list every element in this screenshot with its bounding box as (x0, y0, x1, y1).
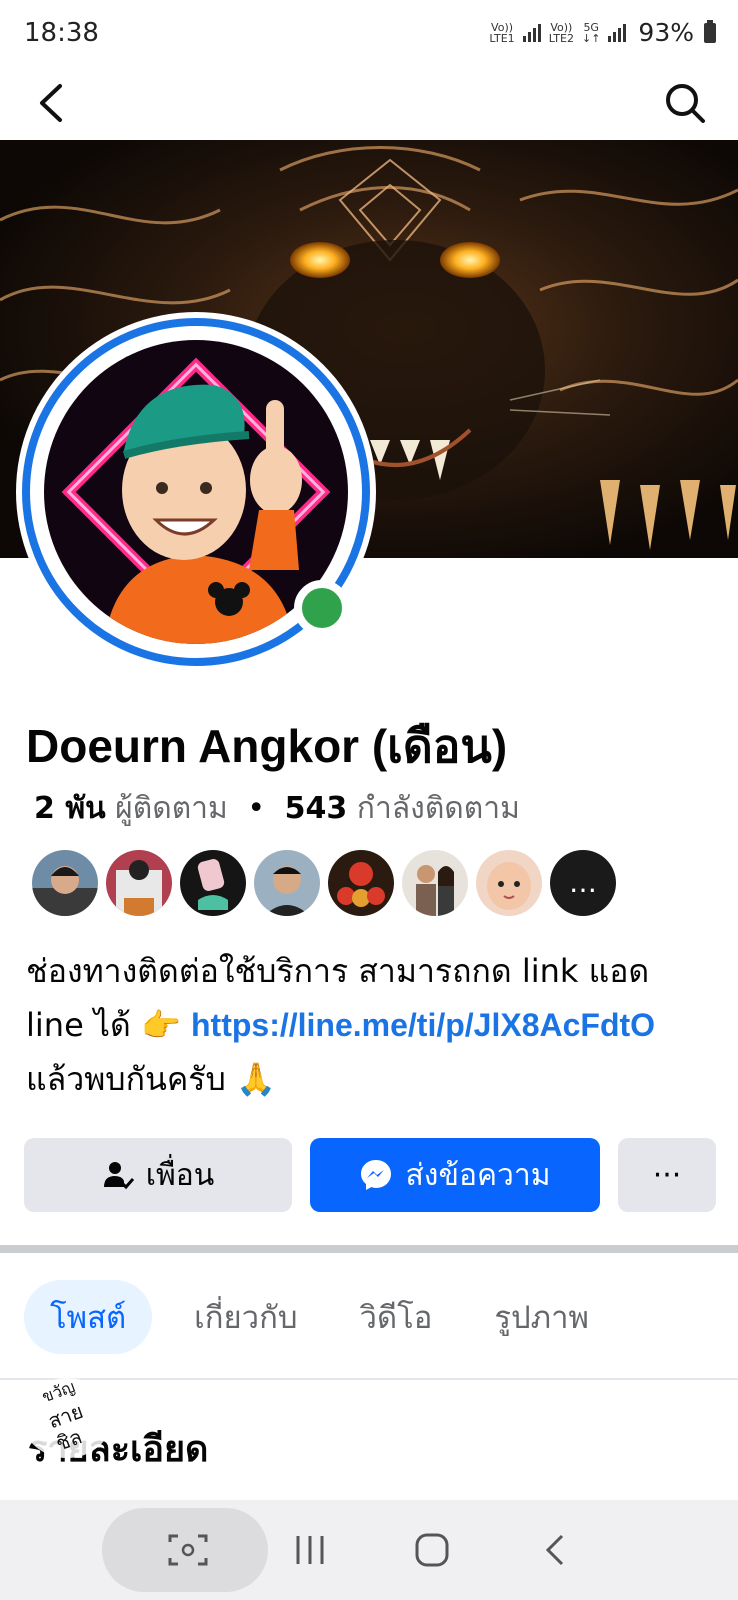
recent-apps-icon (296, 1536, 324, 1564)
section-divider (0, 1245, 738, 1253)
followers-label[interactable]: ผู้ติดตาม (115, 791, 228, 826)
friend-avatar[interactable] (32, 850, 98, 916)
profile-page: 18:38 Vo)) LTE1 Vo)) LTE2 5G ↓↑ 93% Doeu… (0, 0, 738, 1600)
ellipsis-icon: … (569, 866, 597, 899)
messenger-icon (361, 1160, 392, 1190)
signal-icon (522, 23, 541, 42)
friend-avatar[interactable] (328, 850, 394, 916)
message-button[interactable]: ส่งข้อความ (310, 1138, 600, 1212)
battery-icon (704, 19, 716, 43)
more-friends-button[interactable]: … (550, 850, 616, 916)
tab-videos[interactable]: วิดีโอ (334, 1280, 459, 1354)
recent-apps-button[interactable] (280, 1520, 340, 1580)
top-navigation (0, 70, 738, 140)
friends-button-label: เพื่อน (145, 1157, 215, 1193)
home-icon (415, 1533, 449, 1567)
tab-photos[interactable]: รูปภาพ (468, 1280, 615, 1354)
more-icon: ··· (652, 1157, 682, 1193)
profile-tabs: โพสต์ เกี่ยวกับ วิดีโอ รูปภาพ (24, 1280, 615, 1354)
followers-count[interactable]: 2 พัน (34, 791, 106, 826)
system-back-button[interactable] (526, 1520, 586, 1580)
friend-avatar[interactable] (254, 850, 320, 916)
following-count[interactable]: 543 (285, 791, 348, 826)
system-navigation-bar (0, 1500, 738, 1600)
message-button-label: ส่งข้อความ (405, 1157, 551, 1193)
friend-avatar[interactable] (106, 850, 172, 916)
bio-link[interactable]: https://line.me/ti/p/JlX8AcFdtO (191, 1007, 655, 1043)
sim2-indicator: Vo)) LTE2 (548, 20, 574, 45)
tabs-divider (0, 1378, 738, 1380)
friend-check-icon (103, 1162, 134, 1190)
profile-bio: ช่องทางติดต่อใช้บริการ สามารถกด link แอด… (26, 944, 716, 1106)
search-icon (666, 84, 705, 123)
follow-stats: 2 พัน ผู้ติดตาม • 543 กำลังติดตาม (34, 785, 520, 832)
friend-avatar[interactable] (476, 850, 542, 916)
profile-name: Doeurn Angkor (เดือน) (26, 720, 508, 772)
screenshot-capture-button[interactable] (158, 1520, 218, 1580)
bio-text-end: แล้วพบกันครับ (26, 1060, 236, 1098)
profile-actions: เพื่อน ส่งข้อความ ··· (24, 1138, 716, 1212)
pointing-hand-emoji: 👉 (140, 1006, 181, 1044)
profile-avatar[interactable] (16, 312, 376, 672)
tab-posts[interactable]: โพสต์ (24, 1280, 153, 1354)
friends-button[interactable]: เพื่อน (24, 1138, 292, 1212)
status-time: 18:38 (24, 18, 99, 48)
capture-icon (168, 1534, 208, 1566)
status-icons: Vo)) LTE1 Vo)) LTE2 5G ↓↑ 93% (489, 18, 716, 47)
friends-avatar-row[interactable]: … (32, 850, 616, 916)
back-arrow-icon (545, 1534, 564, 1566)
network-type-indicator: 5G ↓↑ (581, 20, 601, 45)
sim1-indicator: Vo)) LTE1 (489, 20, 515, 45)
following-label[interactable]: กำลังติดตาม (357, 791, 520, 826)
watermark: ขวัญ สาย ชิล (22, 1377, 112, 1458)
friend-avatar[interactable] (180, 850, 246, 916)
more-options-button[interactable]: ··· (618, 1138, 716, 1212)
home-button[interactable] (402, 1520, 462, 1580)
signal-icon (608, 23, 627, 42)
search-button[interactable] (660, 78, 710, 128)
tab-about[interactable]: เกี่ยวกับ (168, 1280, 323, 1354)
friend-avatar[interactable] (402, 850, 468, 916)
battery-percent: 93% (638, 18, 694, 47)
status-bar: 18:38 Vo)) LTE1 Vo)) LTE2 5G ↓↑ 93% (0, 0, 738, 70)
pray-emoji: 🙏 (235, 1060, 276, 1098)
stats-separator: • (247, 791, 266, 826)
back-button[interactable] (30, 78, 80, 128)
chevron-left-icon (40, 84, 62, 122)
online-status-indicator (294, 580, 350, 636)
